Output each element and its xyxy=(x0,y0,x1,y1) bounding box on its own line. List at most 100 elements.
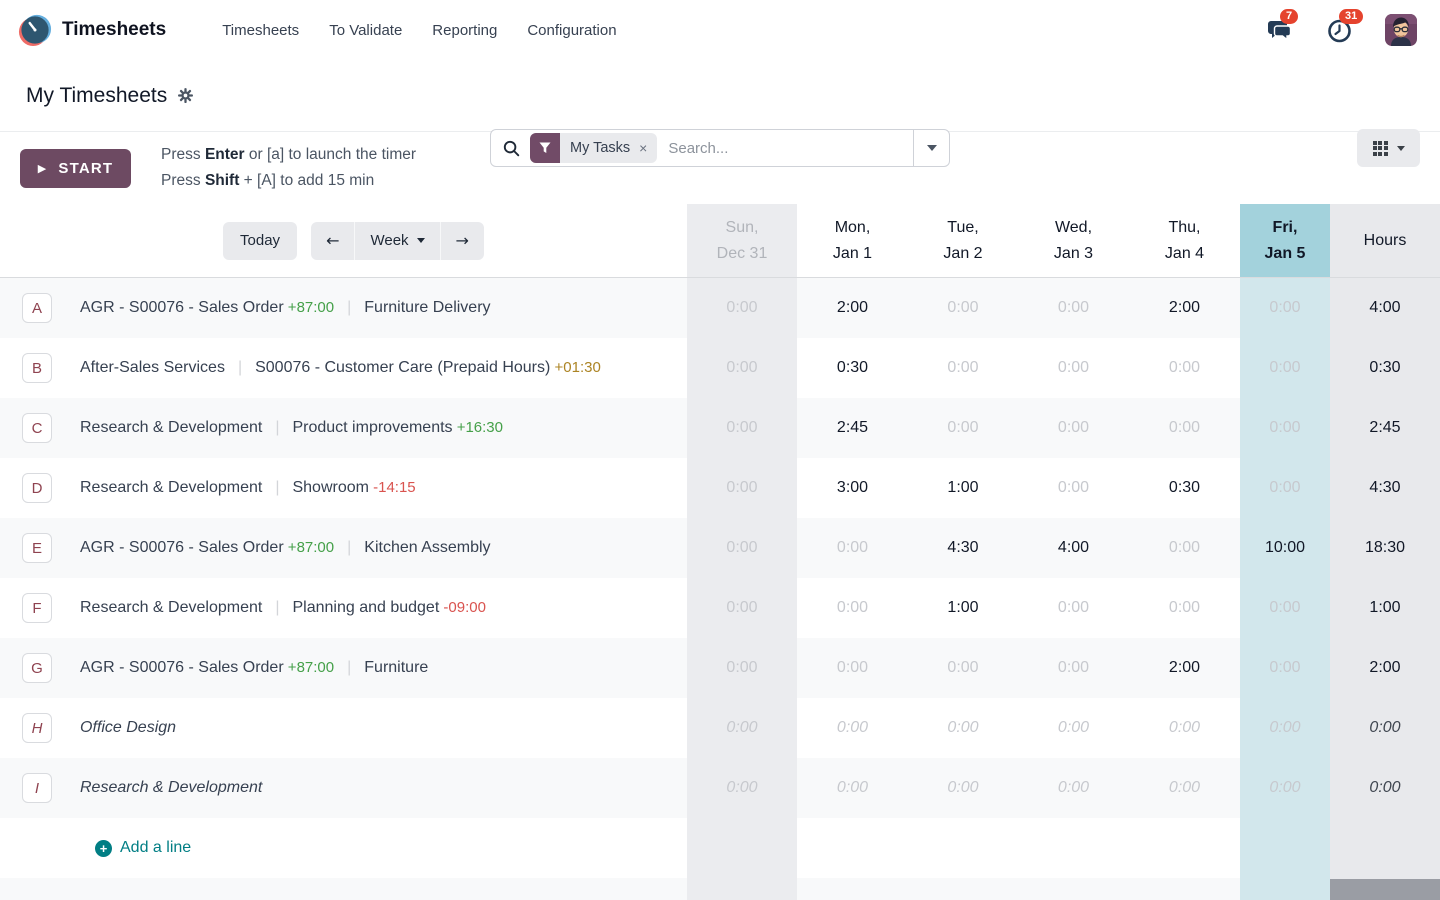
menu-to-validate[interactable]: To Validate xyxy=(329,22,402,39)
gear-icon[interactable] xyxy=(177,87,194,104)
row-letter-badge[interactable]: B xyxy=(22,353,52,383)
grid-cell[interactable]: 0:00 xyxy=(687,458,797,518)
grid-cell[interactable]: 0:00 xyxy=(687,698,797,758)
menu-configuration[interactable]: Configuration xyxy=(527,22,616,39)
grid-cell[interactable]: 0:00 xyxy=(797,638,908,698)
grid-cell[interactable]: 0:00 xyxy=(687,338,797,398)
grid-cell[interactable]: 0:30 xyxy=(1129,458,1240,518)
row-letter-badge[interactable]: E xyxy=(22,533,52,563)
grid-cell[interactable]: 0:00 xyxy=(1018,398,1129,458)
today-button[interactable]: Today xyxy=(223,222,297,260)
app-brand[interactable]: Timesheets xyxy=(18,13,166,47)
grid-cell[interactable]: 0:00 xyxy=(1018,338,1129,398)
column-header-wed[interactable]: Wed,Jan 3 xyxy=(1018,204,1129,278)
horizontal-scrollbar-thumb[interactable] xyxy=(1330,879,1440,900)
grid-cell[interactable]: 2:00 xyxy=(1129,278,1240,338)
grid-cell[interactable]: 0:00 xyxy=(797,758,908,818)
row-letter-badge[interactable]: A xyxy=(22,293,52,323)
row-title[interactable]: Research & Development|Product improveme… xyxy=(80,419,503,437)
grid-cell[interactable]: 0:00 xyxy=(1129,398,1240,458)
grid-cell[interactable]: 0:00 xyxy=(1240,458,1330,518)
row-title[interactable]: AGR - S00076 - Sales Order +87:00|Furnit… xyxy=(80,659,428,677)
grid-cell[interactable]: 0:00 xyxy=(908,338,1018,398)
messages-button[interactable]: 7 xyxy=(1267,17,1293,43)
row-letter-badge[interactable]: F xyxy=(22,593,52,623)
next-period-button[interactable]: → xyxy=(440,222,484,260)
grid-cell[interactable]: 0:30 xyxy=(797,338,908,398)
row-title[interactable]: AGR - S00076 - Sales Order +87:00|Furnit… xyxy=(80,299,491,317)
range-dropdown[interactable]: Week xyxy=(354,222,439,260)
cell-value: 2:45 xyxy=(837,419,868,437)
row-letter-badge[interactable]: I xyxy=(22,773,52,803)
grid-cell[interactable]: 0:00 xyxy=(1240,578,1330,638)
grid-cell[interactable]: 0:00 xyxy=(1240,398,1330,458)
row-title[interactable]: Research & Development xyxy=(80,779,262,797)
search-input[interactable] xyxy=(657,140,913,157)
grid-cell[interactable]: 2:00 xyxy=(797,278,908,338)
column-header-sun[interactable]: Sun,Dec 31 xyxy=(687,204,797,278)
add-a-line-button[interactable]: + Add a line xyxy=(95,839,191,857)
grid-cell[interactable]: 0:00 xyxy=(908,698,1018,758)
user-avatar[interactable] xyxy=(1385,14,1417,46)
row-letter-badge[interactable]: H xyxy=(22,713,52,743)
grid-cell[interactable]: 0:00 xyxy=(908,398,1018,458)
grid-cell[interactable]: 0:00 xyxy=(908,758,1018,818)
grid-cell[interactable]: 0:00 xyxy=(1018,458,1129,518)
grid-cell[interactable]: 0:00 xyxy=(1129,518,1240,578)
grid-cell[interactable]: 0:00 xyxy=(1129,338,1240,398)
grid-cell[interactable]: 0:00 xyxy=(687,518,797,578)
view-switcher-button[interactable] xyxy=(1357,129,1420,167)
grid-cell[interactable]: 0:00 xyxy=(687,578,797,638)
search-options-toggle[interactable] xyxy=(913,130,949,166)
column-header-fri[interactable]: Fri,Jan 5 xyxy=(1240,204,1330,278)
grid-cell[interactable]: 0:00 xyxy=(1240,758,1330,818)
grid-cell[interactable]: 0:00 xyxy=(687,638,797,698)
grid-cell[interactable]: 4:00 xyxy=(1018,518,1129,578)
grid-cell[interactable]: 0:00 xyxy=(687,758,797,818)
column-header-tue[interactable]: Tue,Jan 2 xyxy=(908,204,1018,278)
grid-cell[interactable]: 0:00 xyxy=(687,278,797,338)
remove-filter-icon[interactable]: × xyxy=(639,140,647,156)
grid-cell[interactable]: 0:00 xyxy=(687,398,797,458)
grid-cell[interactable]: 2:45 xyxy=(797,398,908,458)
grid-cell[interactable]: 1:00 xyxy=(908,458,1018,518)
grid-cell[interactable]: 0:00 xyxy=(1129,698,1240,758)
activities-button[interactable]: 31 xyxy=(1326,17,1352,43)
column-header-thu[interactable]: Thu,Jan 4 xyxy=(1129,204,1240,278)
grid-cell[interactable]: 0:00 xyxy=(1018,638,1129,698)
grid-cell[interactable]: 1:00 xyxy=(908,578,1018,638)
grid-cell[interactable]: 0:00 xyxy=(1129,758,1240,818)
row-letter-badge[interactable]: D xyxy=(22,473,52,503)
row-title[interactable]: Research & Development|Showroom -14:15 xyxy=(80,479,416,497)
grid-cell[interactable]: 3:00 xyxy=(797,458,908,518)
grid-cell[interactable]: 0:00 xyxy=(1018,278,1129,338)
column-header-mon[interactable]: Mon,Jan 1 xyxy=(797,204,908,278)
row-title[interactable]: Research & Development|Planning and budg… xyxy=(80,599,486,617)
start-timer-button[interactable]: ▶ START xyxy=(20,149,131,188)
row-title[interactable]: After-Sales Services|S00076 - Customer C… xyxy=(80,359,601,377)
grid-cell[interactable]: 0:00 xyxy=(908,278,1018,338)
grid-cell[interactable]: 0:00 xyxy=(908,638,1018,698)
grid-cell[interactable]: 0:00 xyxy=(797,578,908,638)
grid-cell[interactable]: 0:00 xyxy=(1018,698,1129,758)
grid-cell[interactable]: 10:00 xyxy=(1240,518,1330,578)
row-title[interactable]: AGR - S00076 - Sales Order +87:00|Kitche… xyxy=(80,539,491,557)
row-letter-badge[interactable]: C xyxy=(22,413,52,443)
grid-cell[interactable]: 4:30 xyxy=(908,518,1018,578)
grid-cell[interactable]: 0:00 xyxy=(1240,698,1330,758)
row-letter-badge[interactable]: G xyxy=(22,653,52,683)
grid-cell[interactable]: 0:00 xyxy=(1240,638,1330,698)
grid-cell[interactable]: 0:00 xyxy=(797,698,908,758)
grid-cell[interactable]: 0:00 xyxy=(1129,578,1240,638)
grid-cell[interactable]: 0:00 xyxy=(1240,338,1330,398)
grid-cell[interactable]: 0:00 xyxy=(797,518,908,578)
grid-cell[interactable]: 2:00 xyxy=(1129,638,1240,698)
grid-cell[interactable]: 0:00 xyxy=(1018,758,1129,818)
previous-period-button[interactable]: ← xyxy=(311,222,354,260)
menu-reporting[interactable]: Reporting xyxy=(432,22,497,39)
row-title[interactable]: Office Design xyxy=(80,719,176,737)
menu-timesheets[interactable]: Timesheets xyxy=(222,22,299,39)
grid-cell[interactable]: 0:00 xyxy=(1018,578,1129,638)
grid-cell[interactable]: 0:00 xyxy=(1240,278,1330,338)
filter-chip-my-tasks[interactable]: My Tasks × xyxy=(530,133,657,163)
